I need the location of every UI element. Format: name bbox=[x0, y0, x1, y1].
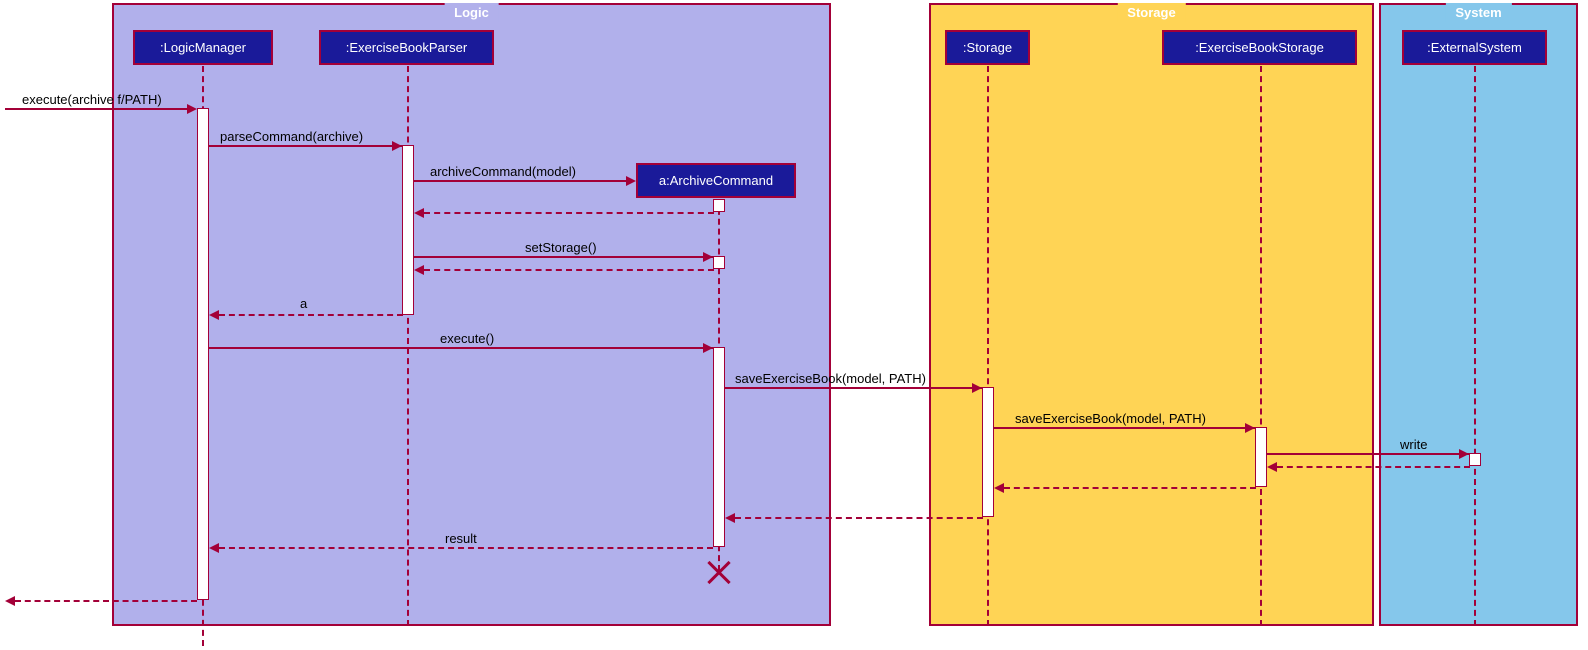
exercise-book-storage-participant: :ExerciseBookStorage bbox=[1162, 30, 1357, 65]
arrow-r10 bbox=[219, 547, 713, 549]
external-system-activation bbox=[1469, 453, 1481, 466]
msg-save-exercise-book-1: saveExerciseBook(model, PATH) bbox=[735, 371, 926, 386]
arrow-r5 bbox=[219, 314, 403, 316]
external-system-lifeline bbox=[1474, 66, 1476, 626]
logic-manager-participant: :LogicManager bbox=[133, 30, 273, 65]
archive-command-activation-3 bbox=[713, 347, 725, 547]
arrow-final-ret bbox=[15, 600, 197, 602]
arrow-m7 bbox=[725, 387, 982, 389]
storage-box: Storage bbox=[929, 3, 1374, 626]
arrow-m1 bbox=[5, 108, 195, 110]
archive-command-activation-1 bbox=[713, 199, 725, 212]
arrow-m3 bbox=[414, 180, 634, 182]
msg-archive-command: archiveCommand(model) bbox=[430, 164, 576, 179]
exercise-book-storage-activation bbox=[1255, 427, 1267, 487]
arrow-head-m4 bbox=[703, 252, 713, 262]
exercise-book-parser-participant: :ExerciseBookParser bbox=[319, 30, 494, 65]
logic-manager-activation bbox=[197, 108, 209, 600]
msg-execute: execute() bbox=[440, 331, 494, 346]
arrow-head-m2 bbox=[392, 141, 402, 151]
arrow-head-m1 bbox=[187, 104, 197, 114]
msg-execute-archive: execute(archive f/PATH) bbox=[22, 92, 162, 107]
arrow-head-r4 bbox=[414, 265, 424, 275]
msg-return-a: a bbox=[300, 296, 307, 311]
exercise-book-storage-lifeline bbox=[1260, 66, 1262, 626]
arrow-ret-storage bbox=[735, 517, 983, 519]
arrow-r3 bbox=[424, 212, 714, 214]
arrow-head-m7 bbox=[972, 383, 982, 393]
arrow-m2 bbox=[209, 145, 402, 147]
msg-result: result bbox=[445, 531, 477, 546]
arrow-ret-ebs bbox=[1004, 487, 1256, 489]
arrow-head-r3 bbox=[414, 208, 424, 218]
arrow-m8 bbox=[994, 427, 1255, 429]
arrow-m6 bbox=[209, 347, 713, 349]
msg-save-exercise-book-2: saveExerciseBook(model, PATH) bbox=[1015, 411, 1206, 426]
arrow-head-ret-storage bbox=[725, 513, 735, 523]
arrow-m9 bbox=[1267, 453, 1469, 455]
arrow-head-r10 bbox=[209, 543, 219, 553]
arrow-head-r5 bbox=[209, 310, 219, 320]
external-system-participant: :ExternalSystem bbox=[1402, 30, 1547, 65]
storage-label: Storage bbox=[1117, 3, 1185, 22]
archive-command-activation-2 bbox=[713, 256, 725, 269]
storage-participant: :Storage bbox=[945, 30, 1030, 65]
arrow-r4 bbox=[424, 269, 714, 271]
system-box: System bbox=[1379, 3, 1578, 626]
logic-label: Logic bbox=[444, 3, 499, 22]
msg-set-storage: setStorage() bbox=[525, 240, 597, 255]
msg-write: write bbox=[1400, 437, 1427, 452]
arrow-head-m8 bbox=[1245, 423, 1255, 433]
arrow-ret-ext bbox=[1277, 466, 1470, 468]
arrow-head-ret-ext bbox=[1267, 462, 1277, 472]
arrow-head-m9 bbox=[1459, 449, 1469, 459]
storage-lifeline bbox=[987, 66, 989, 626]
arrow-m4 bbox=[414, 256, 713, 258]
arrow-head-final-ret bbox=[5, 596, 15, 606]
arrow-head-m3 bbox=[626, 176, 636, 186]
exercise-book-parser-activation bbox=[402, 145, 414, 315]
system-label: System bbox=[1445, 3, 1511, 22]
archive-command-participant: a:ArchiveCommand bbox=[636, 163, 796, 198]
msg-parse-command: parseCommand(archive) bbox=[220, 129, 363, 144]
sequence-diagram: Logic Storage System :LogicManager :Exer… bbox=[0, 0, 1588, 650]
arrow-head-ret-ebs bbox=[994, 483, 1004, 493]
storage-activation bbox=[982, 387, 994, 517]
arrow-head-m6 bbox=[703, 343, 713, 353]
